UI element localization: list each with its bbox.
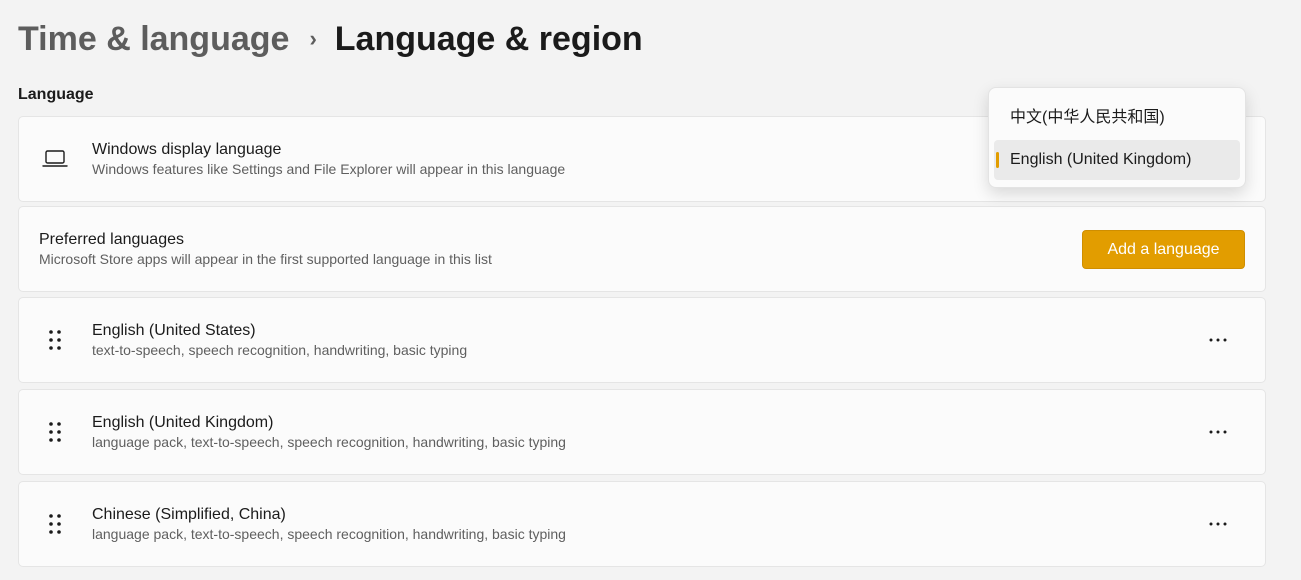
- language-row[interactable]: English (United States) text-to-speech, …: [18, 297, 1266, 383]
- laptop-icon: [41, 147, 69, 171]
- dropdown-option-label: English (United Kingdom): [1010, 151, 1192, 168]
- preferred-languages-card: Preferred languages Microsoft Store apps…: [18, 206, 1266, 292]
- language-features: text-to-speech, speech recognition, hand…: [92, 342, 468, 358]
- language-features: language pack, text-to-speech, speech re…: [92, 526, 566, 542]
- page-title: Language & region: [334, 19, 643, 58]
- language-row-text: Chinese (Simplified, China) language pac…: [92, 505, 566, 543]
- language-row-text: English (United Kingdom) language pack, …: [92, 413, 566, 451]
- language-features: language pack, text-to-speech, speech re…: [92, 434, 566, 450]
- drag-handle-icon[interactable]: [41, 328, 69, 352]
- windows-display-language-text: Windows display language Windows feature…: [92, 140, 565, 178]
- dropdown-option-chinese[interactable]: 中文(中华人民共和国): [994, 95, 1240, 135]
- windows-display-language-subtitle: Windows features like Settings and File …: [92, 161, 566, 177]
- drag-handle-icon[interactable]: [41, 512, 69, 536]
- preferred-languages-text: Preferred languages Microsoft Store apps…: [39, 230, 492, 268]
- drag-handle-icon[interactable]: [41, 420, 69, 444]
- chevron-right-icon: ›: [309, 26, 317, 51]
- windows-display-language-title: Windows display language: [92, 141, 282, 158]
- language-row[interactable]: Chinese (Simplified, China) language pac…: [18, 481, 1266, 567]
- language-row[interactable]: English (United Kingdom) language pack, …: [18, 389, 1266, 475]
- display-language-dropdown-flyout: 中文(中华人民共和国) English (United Kingdom): [988, 87, 1246, 188]
- section-title-language: Language: [18, 86, 94, 103]
- more-options-icon[interactable]: [1207, 421, 1229, 443]
- selection-indicator: [996, 152, 999, 168]
- language-name: English (United Kingdom): [92, 414, 274, 431]
- breadcrumb: Time & language › Language & region: [18, 14, 643, 64]
- add-language-button[interactable]: Add a language: [1082, 230, 1245, 269]
- language-row-text: English (United States) text-to-speech, …: [92, 321, 467, 359]
- preferred-languages-title: Preferred languages: [39, 231, 184, 248]
- breadcrumb-parent-link[interactable]: Time & language: [18, 20, 289, 59]
- dropdown-option-english-uk[interactable]: English (United Kingdom): [994, 140, 1240, 180]
- language-name: Chinese (Simplified, China): [92, 506, 286, 523]
- language-name: English (United States): [92, 322, 256, 339]
- more-options-icon[interactable]: [1207, 513, 1229, 535]
- preferred-languages-subtitle: Microsoft Store apps will appear in the …: [39, 251, 492, 267]
- more-options-icon[interactable]: [1207, 329, 1229, 351]
